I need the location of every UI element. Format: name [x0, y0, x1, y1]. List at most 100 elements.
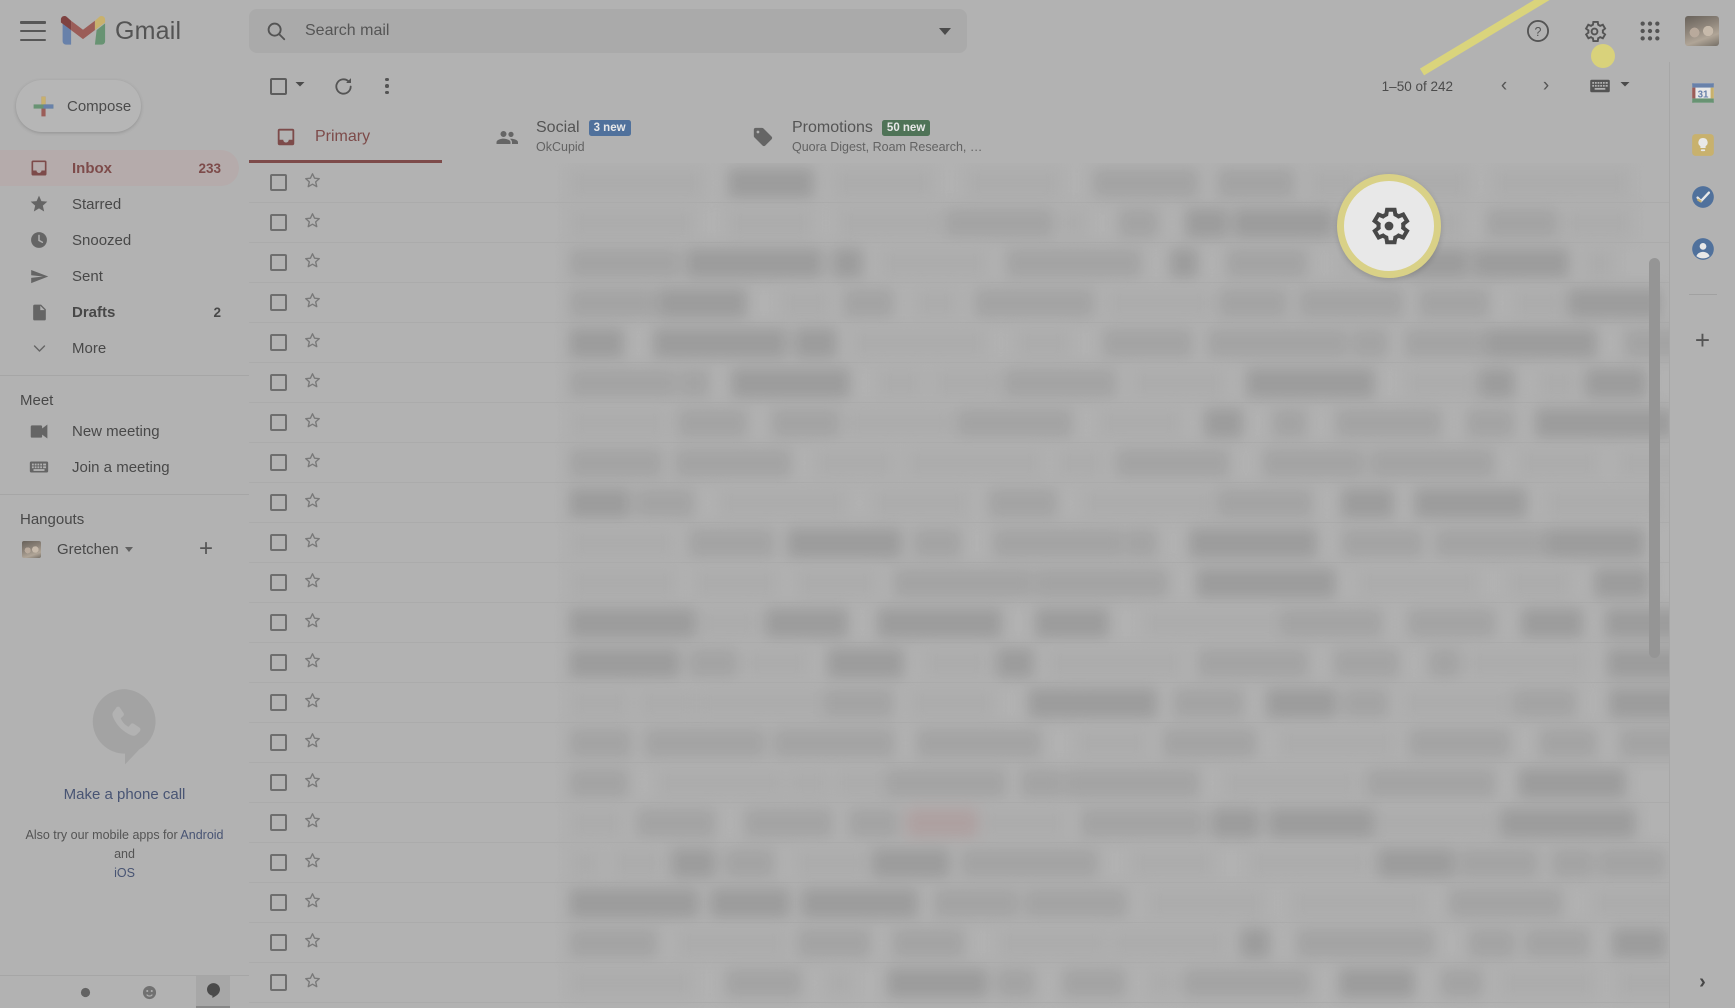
tab-primary[interactable]: Primary	[249, 110, 470, 163]
mail-row[interactable]	[249, 723, 1669, 763]
star-icon[interactable]	[303, 251, 322, 275]
row-checkbox[interactable]	[270, 894, 287, 911]
sidebar-item-starred[interactable]: Starred	[0, 186, 239, 222]
sidebar-item-inbox[interactable]: Inbox 233	[0, 150, 239, 186]
mail-row[interactable]	[249, 883, 1669, 923]
sidebar-item-more[interactable]: More	[0, 330, 239, 366]
tab-social[interactable]: Social 3 new OkCupid	[470, 110, 726, 163]
mail-row[interactable]	[249, 963, 1669, 1003]
row-checkbox[interactable]	[270, 214, 287, 231]
row-checkbox[interactable]	[270, 734, 287, 751]
star-icon[interactable]	[303, 931, 322, 955]
row-checkbox[interactable]	[270, 254, 287, 271]
google-keep-icon[interactable]	[1690, 132, 1716, 158]
make-phone-call-link[interactable]: Make a phone call	[64, 786, 186, 803]
star-icon[interactable]	[303, 731, 322, 755]
chevron-right-icon[interactable]: ›	[1699, 971, 1706, 994]
mail-row[interactable]	[249, 243, 1669, 283]
mail-row[interactable]	[249, 483, 1669, 523]
chevron-down-icon[interactable]	[124, 546, 133, 552]
mail-row[interactable]	[249, 283, 1669, 323]
chevron-down-icon[interactable]	[294, 77, 306, 95]
mail-row[interactable]	[249, 523, 1669, 563]
star-icon[interactable]	[303, 331, 322, 355]
mail-row[interactable]	[249, 363, 1669, 403]
sidebar-item-new-meeting[interactable]: New meeting	[0, 413, 239, 449]
chevron-left-icon[interactable]: ‹	[1485, 67, 1523, 105]
mail-row[interactable]	[249, 643, 1669, 683]
row-checkbox[interactable]	[270, 694, 287, 711]
hamburger-menu-icon[interactable]	[20, 21, 46, 41]
mail-row[interactable]	[249, 683, 1669, 723]
mail-list[interactable]	[249, 163, 1669, 1008]
refresh-icon[interactable]	[332, 75, 355, 98]
star-icon[interactable]	[303, 771, 322, 795]
star-icon[interactable]	[303, 651, 322, 675]
mail-row[interactable]	[249, 443, 1669, 483]
row-checkbox[interactable]	[270, 574, 287, 591]
row-checkbox[interactable]	[270, 174, 287, 191]
star-icon[interactable]	[303, 891, 322, 915]
hangouts-current-user[interactable]: Gretchen +	[0, 532, 249, 566]
help-question-icon[interactable]: ?	[1517, 10, 1559, 52]
more-options-kebab-icon[interactable]	[385, 77, 389, 95]
google-tasks-icon[interactable]	[1690, 184, 1716, 210]
row-checkbox[interactable]	[270, 854, 287, 871]
row-checkbox[interactable]	[270, 614, 287, 631]
mail-row[interactable]	[249, 763, 1669, 803]
star-icon[interactable]	[303, 371, 322, 395]
mail-row[interactable]	[249, 563, 1669, 603]
row-checkbox[interactable]	[270, 334, 287, 351]
star-icon[interactable]	[303, 571, 322, 595]
compose-button[interactable]: Compose	[16, 80, 141, 132]
star-icon[interactable]	[303, 811, 322, 835]
tab-promotions[interactable]: Promotions 50 new Quora Digest, Roam Res…	[726, 110, 1016, 163]
row-checkbox[interactable]	[270, 494, 287, 511]
star-icon[interactable]	[303, 171, 322, 195]
star-icon[interactable]	[303, 491, 322, 515]
vertical-scrollbar[interactable]	[1649, 258, 1660, 1008]
row-checkbox[interactable]	[270, 454, 287, 471]
row-checkbox[interactable]	[270, 774, 287, 791]
mail-row[interactable]	[249, 203, 1669, 243]
star-icon[interactable]	[303, 611, 322, 635]
row-checkbox[interactable]	[270, 374, 287, 391]
show-search-options-icon[interactable]	[939, 27, 951, 35]
mail-row[interactable]	[249, 843, 1669, 883]
row-checkbox[interactable]	[270, 534, 287, 551]
google-apps-grid-icon[interactable]	[1629, 10, 1671, 52]
android-link[interactable]: Android	[180, 828, 223, 842]
sidebar-item-join-meeting[interactable]: Join a meeting	[0, 449, 239, 485]
row-checkbox[interactable]	[270, 654, 287, 671]
status-available-icon[interactable]	[68, 976, 102, 1008]
scrollbar-thumb[interactable]	[1649, 258, 1660, 658]
star-icon[interactable]	[303, 291, 322, 315]
row-checkbox[interactable]	[270, 934, 287, 951]
ios-link[interactable]: iOS	[114, 866, 135, 880]
add-on-plus-icon[interactable]: +	[1695, 327, 1710, 353]
select-all-checkbox[interactable]	[270, 77, 306, 95]
row-checkbox[interactable]	[270, 294, 287, 311]
mail-row[interactable]	[249, 923, 1669, 963]
row-checkbox[interactable]	[270, 974, 287, 991]
star-icon[interactable]	[303, 531, 322, 555]
sidebar-item-sent[interactable]: Sent	[0, 258, 239, 294]
mail-row[interactable]	[249, 403, 1669, 443]
star-icon[interactable]	[303, 851, 322, 875]
mail-row[interactable]	[249, 803, 1669, 843]
hangouts-icon[interactable]	[196, 975, 230, 1008]
emoji-face-icon[interactable]	[132, 976, 166, 1008]
star-icon[interactable]	[303, 691, 322, 715]
gmail-brand[interactable]: Gmail	[60, 14, 181, 48]
star-icon[interactable]	[303, 211, 322, 235]
row-checkbox[interactable]	[270, 814, 287, 831]
star-icon[interactable]	[303, 451, 322, 475]
google-contacts-icon[interactable]	[1690, 236, 1716, 262]
sidebar-item-snoozed[interactable]: Snoozed	[0, 222, 239, 258]
star-icon[interactable]	[303, 971, 322, 995]
account-avatar[interactable]	[1685, 16, 1719, 46]
mail-row[interactable]	[249, 603, 1669, 643]
google-calendar-icon[interactable]: 31	[1690, 80, 1716, 106]
search-input[interactable]: Search mail	[249, 9, 967, 53]
row-checkbox[interactable]	[270, 414, 287, 431]
